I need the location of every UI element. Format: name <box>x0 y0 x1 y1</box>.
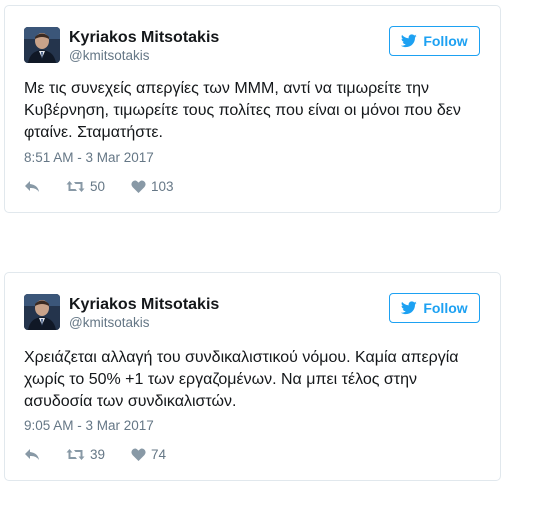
tweet-timestamp[interactable]: 8:51 AM - 3 Mar 2017 <box>24 150 154 165</box>
like-button[interactable]: 74 <box>131 447 166 462</box>
like-count: 74 <box>151 447 167 462</box>
follow-label: Follow <box>423 300 468 316</box>
retweet-icon <box>66 448 85 461</box>
reply-icon <box>24 180 40 193</box>
retweet-button[interactable]: 39 <box>66 447 105 462</box>
retweet-count: 50 <box>90 179 106 194</box>
author-handle[interactable]: @kmitsotakis <box>69 48 149 63</box>
retweet-icon <box>66 180 85 193</box>
heart-icon <box>131 180 146 193</box>
like-count: 103 <box>151 179 174 194</box>
twitter-bird-icon <box>401 34 418 48</box>
twitter-bird-icon <box>401 301 418 315</box>
tweet-actions: 39 74 <box>24 447 192 462</box>
tweet-timestamp[interactable]: 9:05 AM - 3 Mar 2017 <box>24 418 154 433</box>
avatar[interactable] <box>24 294 60 330</box>
avatar[interactable] <box>24 27 60 63</box>
tweet-card: Kyriakos Mitsotakis @kmitsotakis Follow … <box>4 5 501 213</box>
tweet-text: Χρειάζεται αλλαγή του συνδικαλιστικού νό… <box>24 349 459 410</box>
heart-icon <box>131 448 146 461</box>
tweet-card: Kyriakos Mitsotakis @kmitsotakis Follow … <box>4 272 501 481</box>
follow-button[interactable]: Follow <box>389 293 480 323</box>
reply-button[interactable] <box>24 180 40 193</box>
author-name[interactable]: Kyriakos Mitsotakis <box>69 296 219 314</box>
retweet-count: 39 <box>90 447 106 462</box>
reply-icon <box>24 448 40 461</box>
reply-button[interactable] <box>24 448 40 461</box>
like-button[interactable]: 103 <box>131 179 174 194</box>
author-name[interactable]: Kyriakos Mitsotakis <box>69 29 219 47</box>
tweet-text: Με τις συνεχείς απεργίες των ΜΜΜ, αντί ν… <box>24 80 461 141</box>
retweet-button[interactable]: 50 <box>66 179 105 194</box>
author-handle[interactable]: @kmitsotakis <box>69 315 149 330</box>
follow-label: Follow <box>423 33 468 49</box>
follow-button[interactable]: Follow <box>389 26 480 56</box>
tweet-actions: 50 103 <box>24 179 200 194</box>
